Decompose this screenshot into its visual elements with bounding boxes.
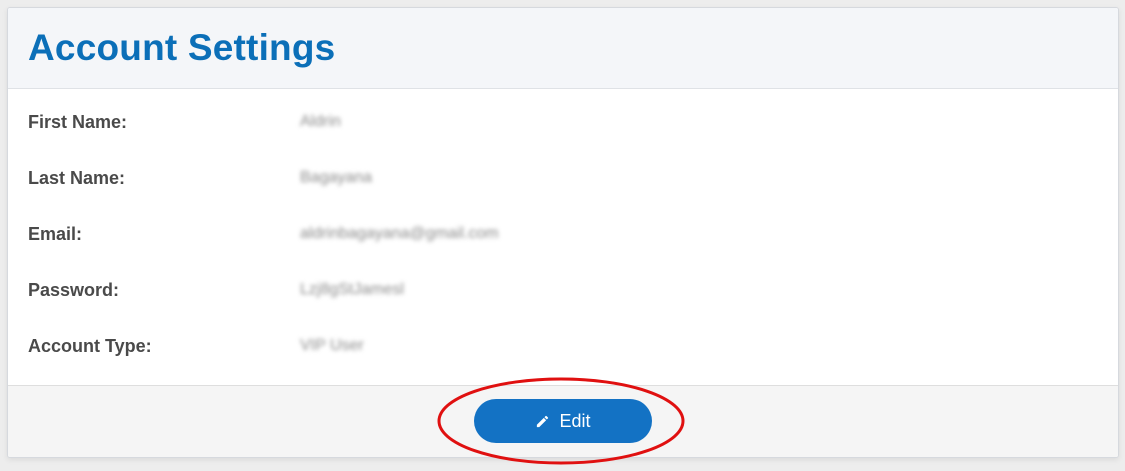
last-name-value: Bagayana [300,169,373,186]
card-header: Account Settings [8,8,1118,89]
first-name-row: First Name: Aldrin [28,110,1098,134]
account-type-value: VIP User [300,337,364,354]
email-label: Email: [28,223,83,244]
card-footer: Edit [8,385,1118,457]
last-name-label: Last Name: [28,167,126,188]
email-row: Email: aldrinbagayana@gmail.com [28,222,1098,246]
account-type-row: Account Type: VIP User [28,334,1098,358]
account-settings-card: Account Settings First Name: Aldrin Last… [7,7,1119,458]
edit-button[interactable]: Edit [474,399,652,443]
password-value: Lzj8gStJamesl [300,281,405,298]
first-name-value: Aldrin [300,113,341,130]
account-details: First Name: Aldrin Last Name: Bagayana E… [8,89,1118,384]
last-name-row: Last Name: Bagayana [28,166,1098,190]
page-title: Account Settings [28,27,336,68]
pencil-icon [535,414,550,429]
password-label: Password: [28,279,120,300]
first-name-label: First Name: [28,111,128,132]
email-value: aldrinbagayana@gmail.com [300,225,499,242]
password-row: Password: Lzj8gStJamesl [28,278,1098,302]
edit-button-label: Edit [559,410,591,431]
account-type-label: Account Type: [28,335,152,356]
